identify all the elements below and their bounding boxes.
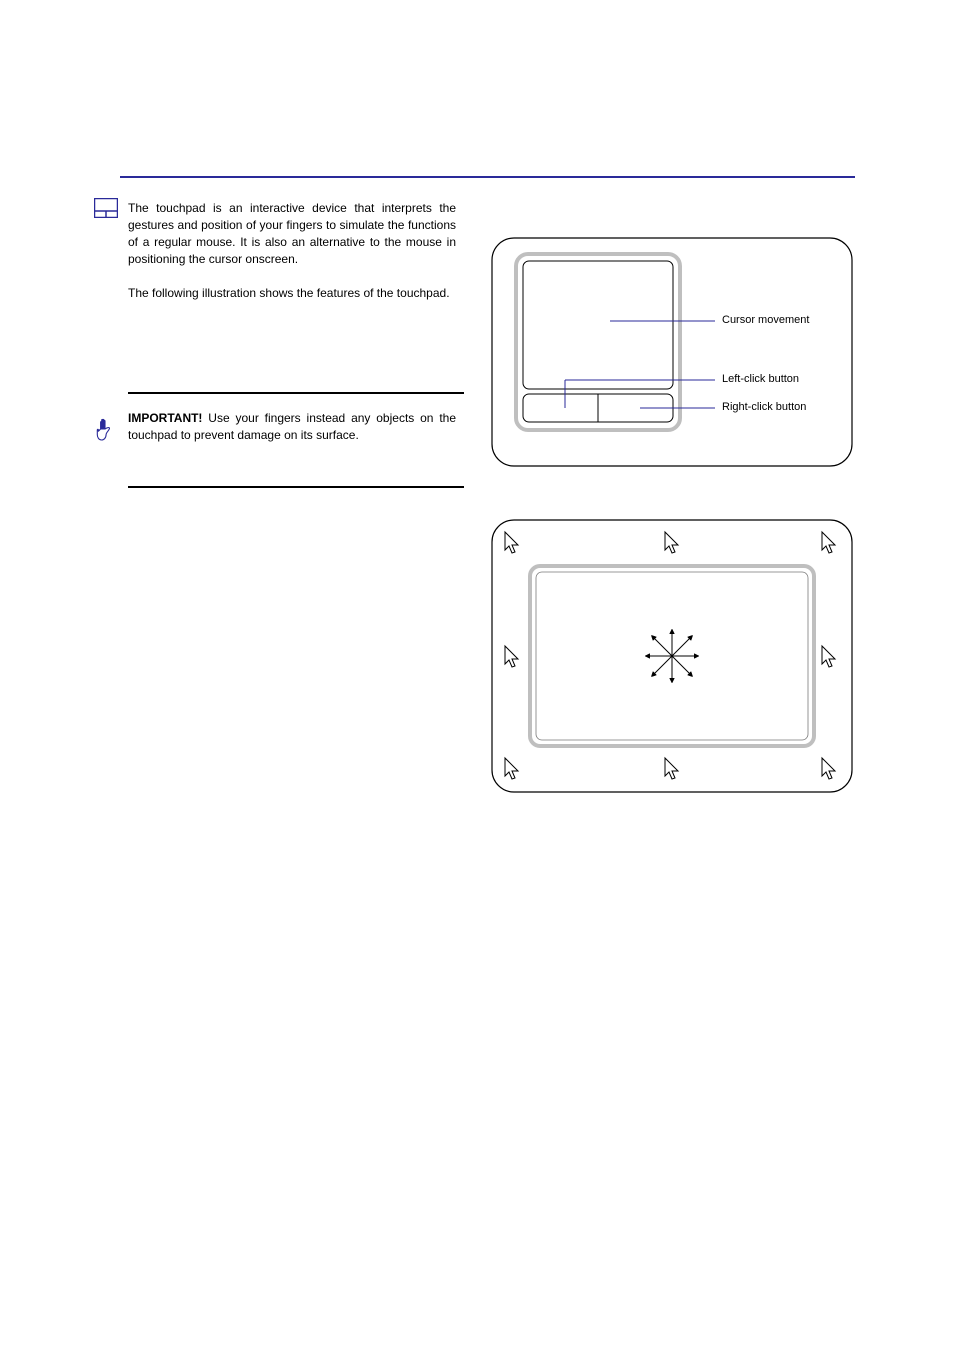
header-divider bbox=[120, 176, 855, 178]
figure-touchpad-directions bbox=[490, 518, 854, 794]
page: The touchpad is an interactive device th… bbox=[0, 0, 954, 1351]
figure-touchpad-labeled: Cursor movement Left-click button Right-… bbox=[490, 236, 854, 468]
important-divider bbox=[128, 486, 464, 488]
important-label: IMPORTANT! bbox=[128, 411, 202, 425]
label-cursor-movement: Cursor movement bbox=[722, 314, 809, 326]
label-left-click: Left-click button bbox=[722, 373, 799, 385]
touchpad-small-icon bbox=[94, 198, 118, 218]
important-text: IMPORTANT! Use your fingers instead any … bbox=[128, 410, 456, 444]
intro-text: The touchpad is an interactive device th… bbox=[128, 200, 456, 302]
label-right-click: Right-click button bbox=[722, 401, 806, 413]
hand-stop-icon bbox=[92, 418, 114, 442]
intro-divider bbox=[128, 392, 464, 394]
